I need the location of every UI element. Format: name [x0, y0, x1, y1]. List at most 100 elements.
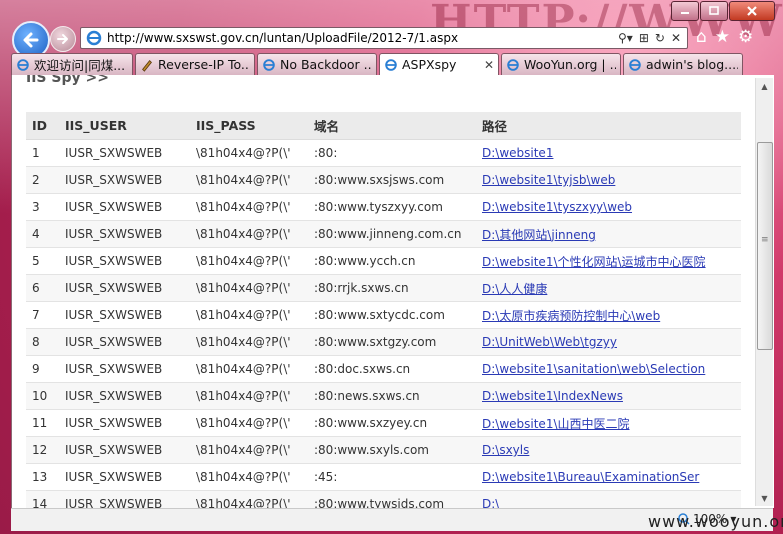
cell-id: 13 — [26, 463, 59, 491]
ie-icon — [385, 58, 397, 71]
stop-icon[interactable]: ✕ — [671, 31, 681, 45]
table-row: 5 IUSR_SXWSWEB \81h04x4@?P(\':80:www.ycch.… — [26, 247, 741, 275]
ie-icon — [17, 58, 29, 71]
vertical-scrollbar[interactable]: ▲ ≡ ▼ — [755, 78, 773, 506]
table-row: 7 IUSR_SXWSWEB \81h04x4@?P(\':80:www.sxtyc… — [26, 301, 741, 329]
cell-iis-pass: \81h04x4@?P(\' — [190, 247, 308, 275]
table-row: 3 IUSR_SXWSWEB \81h04x4@?P(\':80:www.tyszx… — [26, 193, 741, 221]
cell-path: D:\其他网站\jinneng — [476, 220, 741, 248]
cell-iis-pass: \81h04x4@?P(\' — [190, 139, 308, 167]
path-link[interactable]: D:\website1\tyjsb\web — [482, 173, 615, 187]
table-row: 9 IUSR_SXWSWEB \81h04x4@?P(\':80:doc.sxws.… — [26, 355, 741, 383]
tab-label: WooYun.org | ... — [524, 57, 616, 72]
tab-5[interactable]: WooYun.org | ... — [501, 53, 621, 75]
scroll-up-icon[interactable]: ▲ — [756, 78, 773, 94]
cell-id: 10 — [26, 382, 59, 410]
cell-iis-user: IUSR_SXWSWEB — [59, 463, 190, 491]
cell-path: D:\website1\Bureau\ExaminationSer — [476, 463, 741, 491]
cell-iis-pass: \81h04x4@?P(\' — [190, 382, 308, 410]
scroll-down-icon[interactable]: ▼ — [756, 490, 773, 506]
ie-icon — [629, 58, 641, 71]
cell-iis-user: IUSR_SXWSWEB — [59, 247, 190, 275]
table-header-row: ID IIS_USER IIS_PASS 域名 路径 — [26, 112, 741, 140]
tab-strip: 欢迎访问|同煤... Reverse-IP To... No Backdoor … — [11, 53, 745, 75]
path-link[interactable]: D:\sxyls — [482, 443, 529, 457]
tab-label: No Backdoor ... — [280, 57, 372, 72]
cell-iis-pass: \81h04x4@?P(\' — [190, 355, 308, 383]
cell-iis-pass: \81h04x4@?P(\' — [190, 274, 308, 302]
minimize-button[interactable] — [671, 1, 699, 21]
cell-id: 5 — [26, 247, 59, 275]
close-tab-icon[interactable]: ✕ — [484, 58, 494, 72]
address-url[interactable]: http://www.sxswst.gov.cn/luntan/UploadFi… — [107, 31, 618, 45]
column-header-iis-user: IIS_USER — [59, 112, 190, 140]
cell-id: 2 — [26, 166, 59, 194]
page-heading: IIS Spy >> — [26, 75, 109, 86]
window-controls — [670, 1, 775, 21]
table-row: 10 IUSR_SXWSWEB \81h04x4@?P(\':80:news.sxw… — [26, 382, 741, 410]
cell-iis-pass: \81h04x4@?P(\' — [190, 436, 308, 464]
page-content: IIS Spy >> ID IIS_USER IIS_PASS 域名 路径 1I… — [11, 75, 774, 508]
path-link[interactable]: D:\website1\个性化网站\运城市中心医院 — [482, 255, 706, 269]
maximize-button[interactable] — [700, 1, 728, 21]
tab-2[interactable]: Reverse-IP To... — [135, 53, 255, 75]
tab-3[interactable]: No Backdoor ... — [257, 53, 377, 75]
cell-id: 6 — [26, 274, 59, 302]
table-row: 11 IUSR_SXWSWEB \81h04x4@?P(\':80:www.sxzy… — [26, 409, 741, 437]
address-bar[interactable]: http://www.sxswst.gov.cn/luntan/UploadFi… — [80, 27, 688, 49]
path-link[interactable]: D:\太原市疾病预防控制中心\web — [482, 309, 660, 323]
search-icon[interactable]: ⚲▾ — [618, 31, 633, 45]
cell-domain: :80:news.sxws.cn — [308, 382, 476, 410]
tab-6[interactable]: adwin's blog.... — [623, 53, 743, 75]
cell-id: 9 — [26, 355, 59, 383]
table-row: 1 IUSR_SXWSWEB \81h04x4@?P(\':80: D:\websit… — [26, 139, 741, 167]
path-link[interactable]: D:\website1\tyszxyy\web — [482, 200, 632, 214]
cell-iis-user: IUSR_SXWSWEB — [59, 328, 190, 356]
home-icon[interactable]: ⌂ — [696, 27, 707, 47]
path-link[interactable]: D:\其他网站\jinneng — [482, 228, 596, 242]
refresh-icon[interactable]: ↻ — [655, 31, 665, 45]
cell-iis-pass: \81h04x4@?P(\' — [190, 220, 308, 248]
table-row: 2 IUSR_SXWSWEB \81h04x4@?P(\':80:www.sxsjs… — [26, 166, 741, 194]
cell-path: D:\ — [476, 490, 741, 508]
path-link[interactable]: D:\website1\IndexNews — [482, 389, 623, 403]
path-link[interactable]: D:\website1\山西中医二院 — [482, 417, 630, 431]
table-row: 8 IUSR_SXWSWEB \81h04x4@?P(\':80:www.sxtgz… — [26, 328, 741, 356]
cell-iis-pass: \81h04x4@?P(\' — [190, 193, 308, 221]
path-link[interactable]: D:\UnitWeb\Web\tgzyy — [482, 335, 617, 349]
forward-button[interactable] — [50, 26, 76, 52]
arrow-right-icon — [57, 34, 68, 44]
path-link[interactable]: D:\ — [482, 497, 499, 508]
table-row: 14 IUSR_SXWSWEB \81h04x4@?P(\':80:www.tyws… — [26, 490, 741, 508]
gear-icon[interactable]: ⚙ — [738, 27, 753, 47]
tab-4-active[interactable]: ASPXspy ✕ — [379, 53, 499, 75]
cell-domain: :80:www.sxsjsws.com — [308, 166, 476, 194]
path-link[interactable]: D:\website1\sanitation\web\Selection — [482, 362, 705, 376]
cell-domain: :80:www.sxtycdc.com — [308, 301, 476, 329]
cell-domain: :80:www.sxzyey.cn — [308, 409, 476, 437]
table-row: 13 IUSR_SXWSWEB \81h04x4@?P(\':45: D:\websi… — [26, 463, 741, 491]
cell-path: D:\website1\tyjsb\web — [476, 166, 741, 194]
cell-id: 4 — [26, 220, 59, 248]
cell-domain: :80:www.tyszxyy.com — [308, 193, 476, 221]
tab-1[interactable]: 欢迎访问|同煤... — [11, 53, 133, 75]
cell-path: D:\太原市疾病预防控制中心\web — [476, 301, 741, 329]
table-row: 4 IUSR_SXWSWEB \81h04x4@?P(\':80:www.jinne… — [26, 220, 741, 248]
cell-iis-pass: \81h04x4@?P(\' — [190, 166, 308, 194]
table-row: 12 IUSR_SXWSWEB \81h04x4@?P(\':80:www.sxyl… — [26, 436, 741, 464]
cell-domain: :80:www.sxyls.com — [308, 436, 476, 464]
scrollbar-thumb[interactable]: ≡ — [757, 142, 773, 350]
path-link[interactable]: D:\website1\Bureau\ExaminationSer — [482, 470, 699, 484]
cell-iis-user: IUSR_SXWSWEB — [59, 193, 190, 221]
path-link[interactable]: D:\人人健康 — [482, 282, 547, 296]
favorites-star-icon[interactable]: ★ — [715, 27, 730, 47]
column-header-path: 路径 — [476, 112, 741, 140]
path-link[interactable]: D:\website1 — [482, 146, 553, 160]
cell-path: D:\website1\个性化网站\运城市中心医院 — [476, 247, 741, 275]
cell-iis-pass: \81h04x4@?P(\' — [190, 301, 308, 329]
compatibility-icon[interactable]: ⊞ — [639, 31, 649, 45]
close-window-button[interactable] — [729, 1, 775, 21]
cell-path: D:\人人健康 — [476, 274, 741, 302]
cell-iis-user: IUSR_SXWSWEB — [59, 301, 190, 329]
tab-label: ASPXspy — [402, 57, 457, 72]
